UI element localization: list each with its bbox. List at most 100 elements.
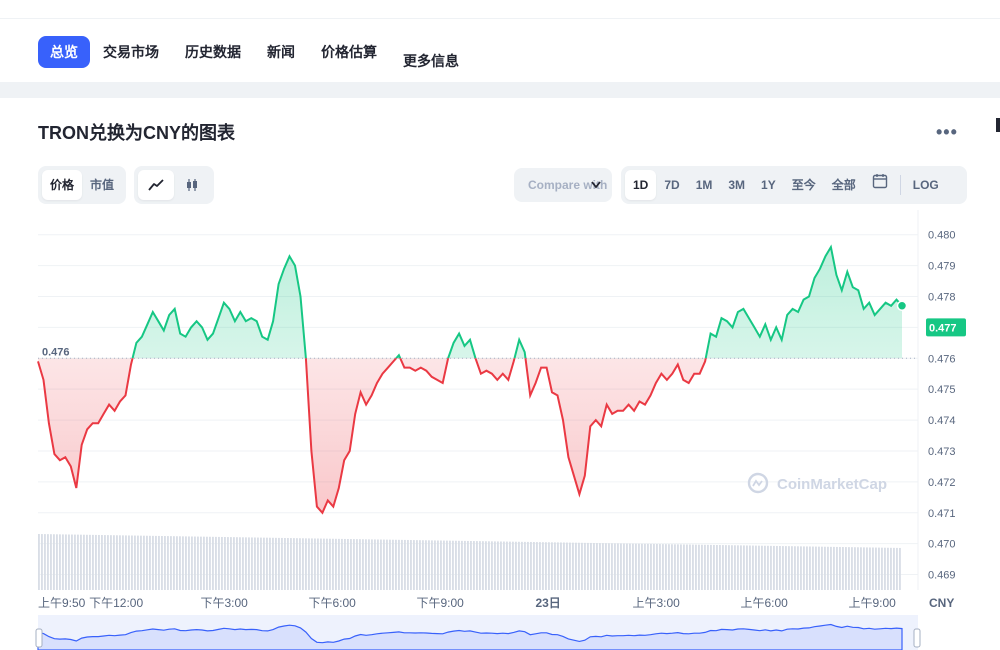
volume-bar xyxy=(605,543,607,590)
range-3m-button[interactable]: 3M xyxy=(720,170,753,200)
volume-bars xyxy=(38,534,901,591)
volume-bar xyxy=(632,543,634,591)
range-navigator[interactable] xyxy=(35,615,921,650)
log-scale-button[interactable]: LOG xyxy=(905,170,947,200)
volume-bar xyxy=(635,543,637,590)
volume-bar xyxy=(113,535,115,590)
volume-bar xyxy=(56,534,58,590)
volume-bar xyxy=(683,544,685,590)
volume-bar xyxy=(479,541,481,590)
volume-bar xyxy=(578,542,580,590)
volume-bar xyxy=(707,544,709,590)
volume-bar xyxy=(359,539,361,590)
tab-more-info[interactable]: 更多信息 xyxy=(390,45,472,77)
range-7d-button[interactable]: 7D xyxy=(656,170,687,200)
candlestick-icon[interactable] xyxy=(174,170,210,200)
calendar-icon[interactable] xyxy=(864,170,896,200)
volume-bar xyxy=(809,546,811,590)
tab-overview[interactable]: 总览 xyxy=(38,36,90,68)
range-ytd-button[interactable]: 至今 xyxy=(784,170,824,200)
volume-bar xyxy=(545,542,547,590)
volume-bar xyxy=(392,539,394,590)
section-separator xyxy=(0,82,1000,98)
volume-bar xyxy=(260,537,262,590)
tab-price-estimate[interactable]: 价格估算 xyxy=(308,36,390,68)
volume-bar xyxy=(368,539,370,590)
volume-bar xyxy=(857,547,859,590)
volume-bar xyxy=(62,534,64,590)
volume-bar xyxy=(572,542,574,590)
volume-bar xyxy=(230,537,232,590)
volume-bar xyxy=(365,539,367,590)
tab-markets[interactable]: 交易市场 xyxy=(90,36,172,68)
volume-bar xyxy=(899,547,901,590)
volume-bar xyxy=(437,540,439,590)
volume-bar xyxy=(446,540,448,590)
volume-bar xyxy=(170,536,172,590)
y-tick-label: 0.480 xyxy=(928,230,956,242)
volume-bar xyxy=(143,535,145,590)
volume-bar xyxy=(155,535,157,590)
coinmarketcap-logo-icon: CoinMarketCap xyxy=(747,472,887,494)
volume-bar xyxy=(491,541,493,590)
volume-bar xyxy=(647,543,649,590)
volume-bar xyxy=(713,544,715,590)
line-chart-icon[interactable] xyxy=(138,170,174,200)
volume-bar xyxy=(710,544,712,590)
navigator-right-handle[interactable] xyxy=(913,628,921,648)
volume-bar xyxy=(221,536,223,590)
volume-bar xyxy=(71,534,73,590)
volume-bar xyxy=(596,543,598,590)
volume-bar xyxy=(101,535,103,590)
range-1y-button[interactable]: 1Y xyxy=(753,170,784,200)
volume-bar xyxy=(272,537,274,590)
volume-bar xyxy=(584,542,586,590)
price-chart[interactable]: CoinMarketCap 0.476 0.480 0.479 0.478 0.477… xyxy=(0,210,1000,650)
volume-bar xyxy=(872,547,874,590)
y-tick-label: 0.474 xyxy=(928,415,956,427)
volume-bar xyxy=(308,538,310,591)
volume-bar xyxy=(665,544,667,590)
volume-bar xyxy=(617,543,619,590)
volume-bar xyxy=(731,545,733,590)
volume-bar xyxy=(86,534,88,590)
tab-news[interactable]: 新闻 xyxy=(254,36,308,68)
range-all-button[interactable]: 全部 xyxy=(824,170,864,200)
x-tick-label: 上午9:50 xyxy=(38,596,86,610)
volume-bar xyxy=(671,544,673,590)
volume-bar xyxy=(797,546,799,590)
volume-bar xyxy=(515,541,517,590)
volume-bar xyxy=(821,546,823,590)
volume-bar xyxy=(806,546,808,590)
volume-bar xyxy=(158,535,160,590)
top-divider xyxy=(0,18,1000,19)
y-tick-label: 0.471 xyxy=(928,508,956,520)
volume-bar xyxy=(386,539,388,590)
x-tick-label: 下午12:00 xyxy=(89,596,143,610)
volume-bar xyxy=(587,542,589,590)
volume-bar xyxy=(839,546,841,590)
volume-bar xyxy=(833,546,835,590)
volume-bar xyxy=(134,535,136,590)
volume-bar xyxy=(218,536,220,590)
market-cap-toggle-button[interactable]: 市值 xyxy=(82,170,122,200)
price-toggle-button[interactable]: 价格 xyxy=(42,170,83,200)
range-1m-button[interactable]: 1M xyxy=(688,170,721,200)
tab-historical-data[interactable]: 历史数据 xyxy=(172,36,254,68)
volume-bar xyxy=(614,543,616,590)
volume-bar xyxy=(239,537,241,590)
volume-bar xyxy=(629,543,631,590)
chart-gridlines xyxy=(38,234,918,576)
volume-bar xyxy=(692,544,694,590)
volume-bar xyxy=(848,547,850,591)
navigator-left-handle[interactable] xyxy=(35,628,43,648)
volume-bar xyxy=(593,542,595,590)
volume-bar xyxy=(506,541,508,590)
compare-dropdown[interactable]: Compare with xyxy=(514,168,612,202)
x-tick-label: 上午6:00 xyxy=(740,596,788,610)
volume-bar xyxy=(641,543,643,590)
volume-bar xyxy=(92,534,94,591)
more-options-button[interactable]: ••• xyxy=(936,122,958,143)
volume-bar xyxy=(302,538,304,590)
range-1d-button[interactable]: 1D xyxy=(625,170,657,200)
